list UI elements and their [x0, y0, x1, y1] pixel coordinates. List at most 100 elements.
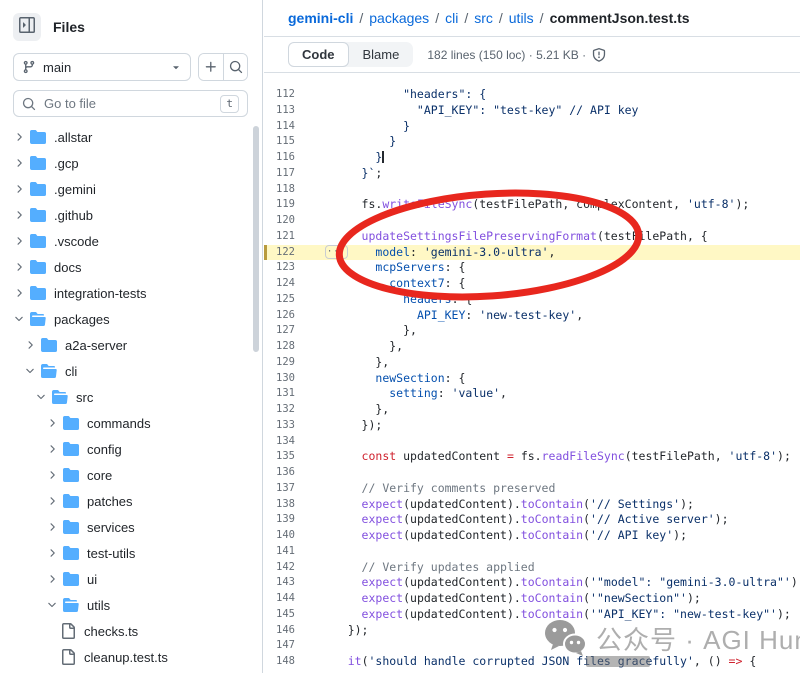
- chevron-right-icon[interactable]: [10, 155, 28, 171]
- line-number[interactable]: 114: [264, 119, 320, 135]
- chevron-right-icon[interactable]: [10, 259, 28, 275]
- tree-item-ui[interactable]: ui: [0, 566, 262, 592]
- tree-item-core[interactable]: core: [0, 462, 262, 488]
- tree-item-integration-tests[interactable]: integration-tests: [0, 280, 262, 306]
- tree-item-label: ui: [87, 572, 97, 587]
- tree-item-commands[interactable]: commands: [0, 410, 262, 436]
- chevron-right-icon[interactable]: [10, 181, 28, 197]
- tree-item-cli[interactable]: cli: [0, 358, 262, 384]
- line-number[interactable]: 139: [264, 512, 320, 528]
- folder-open-icon: [63, 597, 79, 613]
- go-to-file-input[interactable]: Go to file t: [13, 90, 248, 117]
- tree-item-packages[interactable]: packages: [0, 306, 262, 332]
- line-number[interactable]: 148: [264, 654, 320, 670]
- line-number[interactable]: 142: [264, 560, 320, 576]
- chevron-down-icon[interactable]: [21, 363, 39, 379]
- line-number[interactable]: 126: [264, 308, 320, 324]
- breadcrumb-repo-link[interactable]: gemini-cli: [288, 10, 353, 26]
- tree-item-services[interactable]: services: [0, 514, 262, 540]
- code-text: newSection: {: [320, 371, 465, 387]
- line-number[interactable]: 113: [264, 103, 320, 119]
- chevron-right-icon[interactable]: [10, 207, 28, 223]
- breadcrumb-link-packages[interactable]: packages: [369, 10, 429, 26]
- add-file-button[interactable]: [199, 54, 223, 80]
- tree-item-config[interactable]: config: [0, 436, 262, 462]
- sidebar-scrollbar[interactable]: [253, 126, 259, 352]
- code-text: expect(updatedContent).toContain('"API_K…: [320, 607, 791, 623]
- chevron-down-icon[interactable]: [32, 389, 50, 405]
- tree-item-test-utils[interactable]: test-utils: [0, 540, 262, 566]
- line-number[interactable]: 130: [264, 371, 320, 387]
- folder-icon: [63, 415, 79, 431]
- chevron-right-icon[interactable]: [43, 493, 61, 509]
- line-number[interactable]: 132: [264, 402, 320, 418]
- line-number[interactable]: 140: [264, 528, 320, 544]
- chevron-right-icon[interactable]: [21, 337, 39, 353]
- chevron-right-icon[interactable]: [43, 415, 61, 431]
- tree-item-utils[interactable]: utils: [0, 592, 262, 618]
- line-actions-button[interactable]: ···: [325, 245, 348, 259]
- chevron-right-icon[interactable]: [10, 285, 28, 301]
- chevron-right-icon[interactable]: [43, 467, 61, 483]
- tree-item-.vscode[interactable]: .vscode: [0, 228, 262, 254]
- tree-item-.github[interactable]: .github: [0, 202, 262, 228]
- tree-item-patches[interactable]: patches: [0, 488, 262, 514]
- line-number[interactable]: 121: [264, 229, 320, 245]
- line-number[interactable]: 141: [264, 544, 320, 560]
- chevron-right-icon[interactable]: [43, 545, 61, 561]
- collapse-sidebar-button[interactable]: [13, 13, 41, 41]
- breadcrumb-link-src[interactable]: src: [474, 10, 493, 26]
- tree-item-src[interactable]: src: [0, 384, 262, 410]
- line-number[interactable]: 128: [264, 339, 320, 355]
- tree-item-.gcp[interactable]: .gcp: [0, 150, 262, 176]
- line-number[interactable]: 138: [264, 497, 320, 513]
- chevron-right-icon[interactable]: [43, 519, 61, 535]
- line-number[interactable]: 112: [264, 87, 320, 103]
- line-number[interactable]: 127: [264, 323, 320, 339]
- tree-item-checks.ts[interactable]: checks.ts: [0, 618, 262, 644]
- line-number[interactable]: 117: [264, 166, 320, 182]
- line-number[interactable]: 147: [264, 638, 320, 654]
- line-number[interactable]: 119: [264, 197, 320, 213]
- tree-item-docs[interactable]: docs: [0, 254, 262, 280]
- shield-icon[interactable]: [592, 48, 606, 62]
- line-number[interactable]: 122: [264, 245, 320, 261]
- line-number[interactable]: 123: [264, 260, 320, 276]
- tree-item-label: docs: [54, 260, 81, 275]
- line-number[interactable]: 143: [264, 575, 320, 591]
- line-number[interactable]: 115: [264, 134, 320, 150]
- line-number[interactable]: 131: [264, 386, 320, 402]
- line-number[interactable]: 145: [264, 607, 320, 623]
- breadcrumb-link-cli[interactable]: cli: [445, 10, 458, 26]
- chevron-right-icon[interactable]: [10, 233, 28, 249]
- tree-item-cleanup.test.ts[interactable]: cleanup.test.ts: [0, 644, 262, 670]
- code-line-112: 112 "headers": {: [264, 87, 800, 103]
- chevron-down-icon[interactable]: [10, 311, 28, 327]
- line-number[interactable]: 137: [264, 481, 320, 497]
- line-number[interactable]: 124: [264, 276, 320, 292]
- line-number[interactable]: 134: [264, 434, 320, 450]
- chevron-right-icon[interactable]: [10, 129, 28, 145]
- line-number[interactable]: 129: [264, 355, 320, 371]
- tab-code[interactable]: Code: [288, 42, 349, 67]
- code-text: }: [320, 150, 384, 166]
- line-number[interactable]: 116: [264, 150, 320, 166]
- branch-selector[interactable]: main: [13, 53, 191, 81]
- chevron-right-icon[interactable]: [43, 441, 61, 457]
- chevron-right-icon[interactable]: [43, 571, 61, 587]
- line-number[interactable]: 135: [264, 449, 320, 465]
- line-number[interactable]: 133: [264, 418, 320, 434]
- tree-item-.allstar[interactable]: .allstar: [0, 124, 262, 150]
- line-number[interactable]: 144: [264, 591, 320, 607]
- chevron-down-icon[interactable]: [43, 597, 61, 613]
- tab-blame[interactable]: Blame: [349, 42, 414, 67]
- line-number[interactable]: 136: [264, 465, 320, 481]
- search-tree-button[interactable]: [223, 54, 247, 80]
- tree-item-.gemini[interactable]: .gemini: [0, 176, 262, 202]
- line-number[interactable]: 120: [264, 213, 320, 229]
- tree-item-a2a-server[interactable]: a2a-server: [0, 332, 262, 358]
- breadcrumb-link-utils[interactable]: utils: [509, 10, 534, 26]
- line-number[interactable]: 146: [264, 623, 320, 639]
- line-number[interactable]: 125: [264, 292, 320, 308]
- line-number[interactable]: 118: [264, 182, 320, 198]
